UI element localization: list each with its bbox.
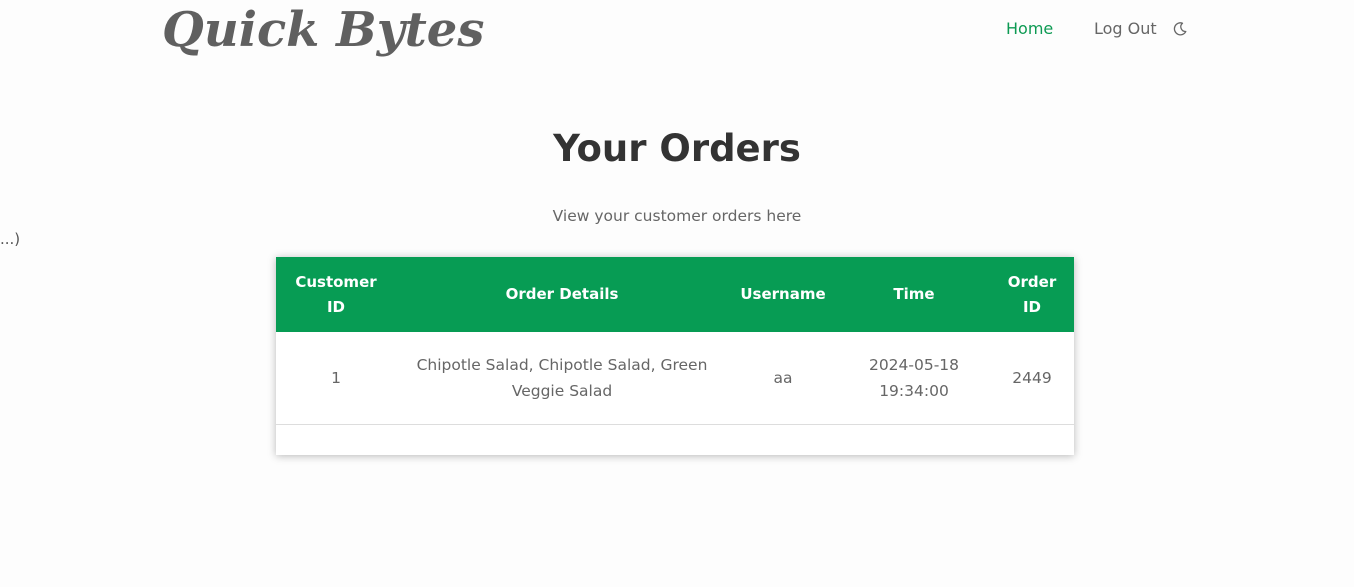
cell-time: 2024-05-18 19:34:00 (868, 355, 960, 400)
cell-username: aa (773, 368, 793, 387)
page: Quick Bytes Home Log Out ...) Your Order… (0, 0, 1354, 587)
cell-order-id: 2449 (1012, 368, 1052, 387)
table-body: 1 Chipotle Salad, Chipotle Salad, Green … (276, 332, 1074, 424)
nav-logout-link[interactable]: Log Out (1094, 19, 1157, 38)
column-header-customer-id: Customer ID (295, 272, 377, 316)
brand-logo[interactable]: Quick Bytes (162, 2, 484, 58)
table-header: Customer ID Order Details Username Time … (276, 257, 1074, 332)
moon-icon[interactable] (1172, 21, 1188, 37)
column-header-time: Time (893, 285, 935, 303)
column-header-order-details: Order Details (505, 285, 619, 303)
table-row: 1 Chipotle Salad, Chipotle Salad, Green … (276, 332, 1074, 424)
orders-table: Customer ID Order Details Username Time … (276, 257, 1074, 425)
column-header-username: Username (740, 285, 826, 303)
table-header-row: Customer ID Order Details Username Time … (276, 257, 1074, 332)
cell-customer-id: 1 (331, 368, 341, 387)
stray-text: ...) (0, 230, 21, 248)
page-subtitle: View your customer orders here (552, 207, 802, 225)
orders-table-container: Customer ID Order Details Username Time … (276, 257, 1074, 455)
nav-home-link[interactable]: Home (1006, 19, 1053, 38)
column-header-order-id: Order ID (1007, 272, 1057, 316)
page-title: Your Orders (553, 127, 801, 170)
cell-order-details: Chipotle Salad, Chipotle Salad, Green Ve… (416, 355, 708, 400)
